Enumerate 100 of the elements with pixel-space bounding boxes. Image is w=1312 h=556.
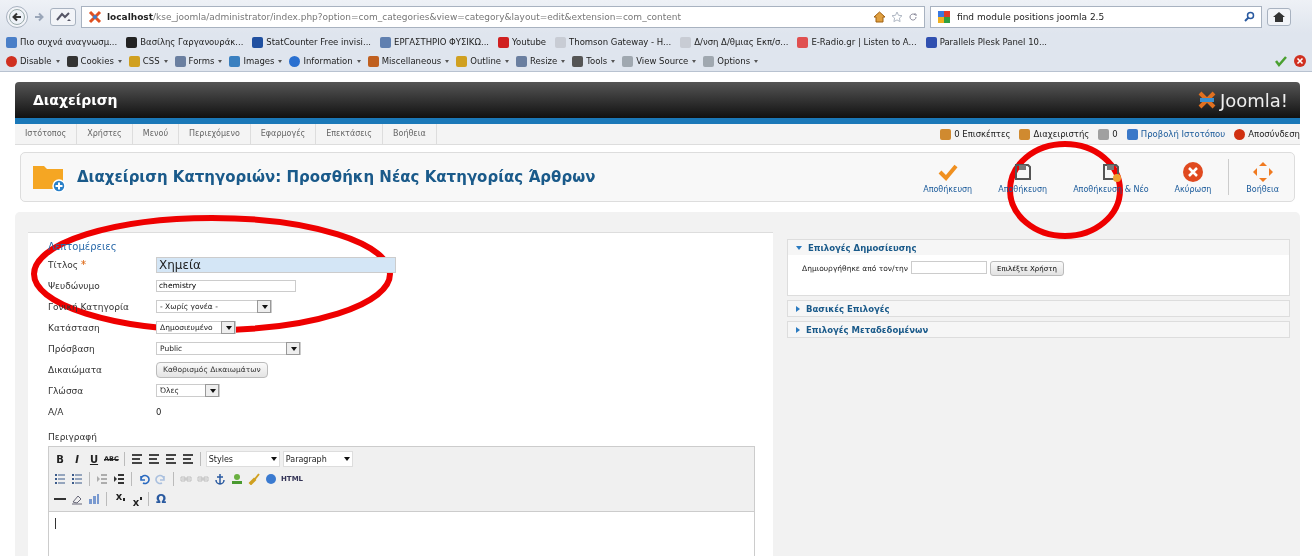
caret-icon	[278, 59, 283, 63]
bookmark-item[interactable]: Youtube	[498, 36, 547, 48]
home-icon[interactable]	[873, 10, 886, 23]
align-icon	[164, 453, 177, 465]
accordion-header[interactable]: Επιλογές Δημοσίευσης	[788, 240, 1289, 255]
bookmark-item[interactable]: Thomson Gateway - H...	[555, 36, 672, 48]
editor-tool-button[interactable]	[129, 451, 144, 467]
tool-icon	[229, 55, 241, 67]
align-icon	[181, 453, 194, 465]
error-icon	[1294, 55, 1306, 67]
toolbar-menu-item[interactable]: CSS	[128, 55, 168, 67]
list-icon	[71, 473, 83, 485]
triangle-icon	[796, 305, 800, 312]
toolbar-menu-item[interactable]: Forms	[174, 55, 223, 67]
home-button[interactable]	[1267, 7, 1291, 26]
bookmark-item[interactable]: ΕΡΓΑΣΤΗΡΙΟ ΦΥΣΙΚΩ...	[380, 36, 490, 48]
status-link[interactable]: Διαχειριστής	[1019, 128, 1090, 140]
toolbar-button[interactable]: Βοήθεια	[1237, 160, 1288, 194]
editor-tool-button[interactable]: U	[87, 451, 101, 467]
caret-icon	[218, 59, 223, 63]
close-icon	[1181, 160, 1204, 183]
toolbar-button[interactable]: Ακύρωση	[1165, 160, 1221, 194]
search-field[interactable]: find module positions joomla 2.5	[930, 5, 1262, 28]
bookmark-item[interactable]: Δ/νση Δ/θμιας Εκπ/σ...	[680, 36, 789, 48]
editor-tool-button[interactable]	[53, 471, 67, 487]
caret-icon	[205, 384, 219, 397]
editor-tool-button[interactable]: x	[129, 494, 143, 510]
tool-icon	[367, 55, 379, 67]
bookmark-item[interactable]: Πιο συχνά αναγνωσμ...	[6, 36, 118, 48]
caret-icon	[163, 59, 168, 63]
menu-item[interactable]: Χρήστες	[77, 124, 133, 144]
anchor-icon	[214, 473, 226, 485]
editor-tool-button[interactable]	[146, 451, 161, 467]
menu-item[interactable]: Ιστότοπος	[15, 124, 78, 144]
tool-icon	[703, 55, 715, 67]
menu-item[interactable]: Βοήθεια	[383, 124, 437, 144]
site-icon	[6, 36, 17, 48]
toolbar-menu-item[interactable]: Options	[703, 55, 759, 67]
status-link[interactable]: Προβολή Ιστοτόπου	[1126, 128, 1226, 140]
menu-item[interactable]: Μενού	[132, 124, 180, 144]
toolbar-button[interactable]: Αποθήκευση	[914, 160, 982, 194]
logo-text: Joomla!	[1219, 89, 1288, 111]
toolbar-menu-item[interactable]: Disable	[6, 55, 60, 67]
tool-icon	[128, 55, 140, 67]
caret-icon	[611, 59, 616, 63]
users-icon	[940, 128, 952, 140]
mail-icon	[1098, 128, 1110, 140]
page-title: Διαχείριση Κατηγοριών: Προσθήκη Νέας Κατηγορίας Άρθρων	[77, 168, 596, 186]
refresh-icon[interactable]	[908, 11, 918, 22]
status-link[interactable]: 0 Επισκέπτες	[940, 128, 1011, 140]
toolbar-menu-item[interactable]: Information	[289, 55, 361, 67]
star-icon[interactable]	[891, 10, 903, 23]
id-value: 0	[156, 406, 162, 417]
editor-tool-button[interactable]: Ω	[154, 491, 168, 507]
toolbar-menu-item[interactable]: Images	[229, 55, 283, 67]
toolbar-menu-item[interactable]: Outline	[456, 55, 509, 67]
arrows-icon	[1251, 160, 1274, 183]
menu-item[interactable]: Επεκτάσεις	[316, 124, 383, 144]
link-icon	[197, 473, 209, 485]
editor-tool-button[interactable]: B	[53, 451, 67, 467]
editor-tool-button[interactable]	[70, 471, 84, 487]
align-icon	[147, 453, 160, 465]
search-icon[interactable]	[1244, 11, 1255, 22]
status-link[interactable]: 0	[1098, 128, 1118, 140]
bookmark-item[interactable]: E-Radio.gr | Listen to A...	[797, 36, 917, 48]
toolbar-menu-item[interactable]: Resize	[516, 55, 566, 67]
accordion-header[interactable]: Επιλογές Μεταδεδομένων	[788, 322, 1289, 337]
editor-tool-button[interactable]: I	[70, 451, 84, 467]
required-icon	[81, 259, 87, 265]
toolbar-menu-item[interactable]: Tools	[572, 55, 616, 67]
toolbar-menu-item[interactable]: View Source	[622, 55, 697, 67]
title-field[interactable]: Χημεία	[156, 256, 396, 273]
toolbar-dropdown-button[interactable]	[50, 7, 76, 26]
tool-icon	[516, 55, 527, 67]
status-link[interactable]: Αποσύνδεση	[1234, 128, 1300, 140]
toolbar-menu-item[interactable]: Cookies	[66, 55, 122, 67]
styles-dropdown[interactable]: Styles	[205, 451, 280, 467]
search-engine-icon	[937, 9, 951, 24]
back-button[interactable]	[6, 5, 28, 28]
bookmark-item[interactable]: Parallels Plesk Panel 10...	[925, 36, 1048, 48]
site-icon	[88, 9, 102, 24]
format-dropdown[interactable]: Paragraph	[282, 451, 353, 467]
bookmark-item[interactable]: StatCounter Free invisi...	[252, 36, 372, 48]
menu-item[interactable]: Εφαρμογές	[250, 124, 317, 144]
menu-item[interactable]: Περιεχόμενο	[179, 124, 251, 144]
triangle-icon	[796, 245, 802, 250]
editor-tool-button[interactable]	[163, 451, 178, 467]
bookmark-item[interactable]: Βασίλης Γαργανουράκ...	[126, 36, 244, 48]
accordion-header[interactable]: Βασικές Επιλογές	[788, 301, 1289, 316]
toolbar-menu-item[interactable]: Miscellaneous	[367, 55, 450, 67]
editor-tool-button[interactable]: x	[112, 488, 126, 504]
tool-icon	[289, 55, 301, 67]
admin-title: Διαχείριση	[33, 92, 118, 108]
caret-icon	[221, 321, 235, 334]
editor-tool-button[interactable]	[180, 451, 195, 467]
editor-tool-button[interactable]	[213, 471, 227, 487]
editor-tool-button[interactable]	[112, 471, 126, 487]
caret-icon	[692, 59, 697, 63]
address-bar[interactable]: localhost/kse_joomla/administrator/index.php?option=com_categories&view=category&layout=edit&extension=com_content	[81, 5, 925, 28]
user-field[interactable]	[911, 261, 987, 274]
